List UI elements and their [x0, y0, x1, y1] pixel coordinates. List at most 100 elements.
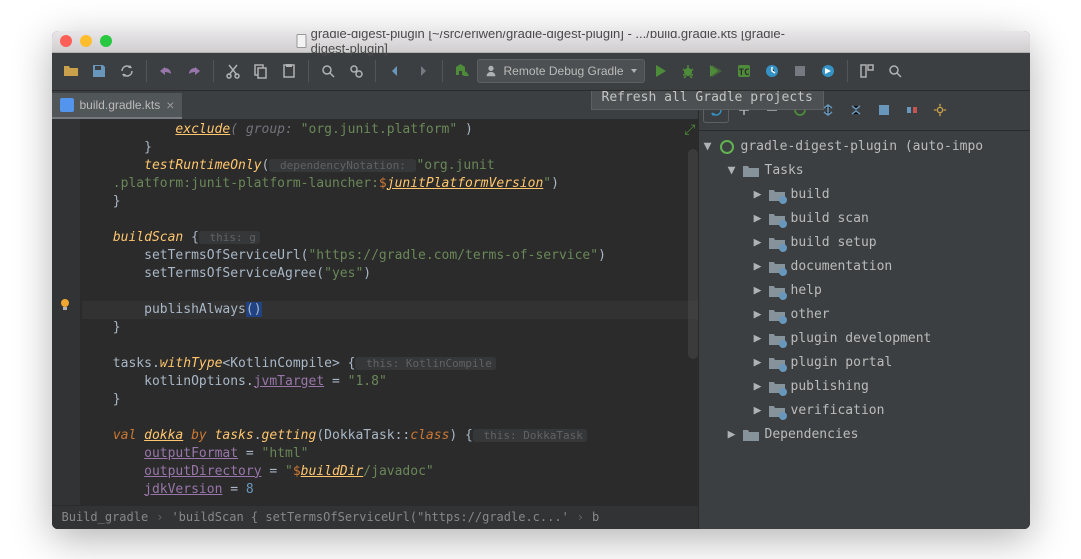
chevron-right-icon[interactable]: ▶ — [753, 283, 763, 298]
window-title: gradle-digest-plugin [~/src/eriwen/gradl… — [296, 31, 785, 57]
file-icon — [296, 34, 307, 48]
task-folder-icon — [769, 332, 785, 346]
breadcrumb-item[interactable]: b — [592, 510, 599, 524]
redo-icon[interactable] — [181, 58, 207, 84]
traffic-lights — [60, 35, 112, 47]
kotlin-file-icon — [60, 98, 74, 112]
tree-task-item[interactable]: ▶ other — [699, 303, 1030, 327]
content-area: build.gradle.kts × ⤢ exclude( group: "or… — [52, 91, 1030, 529]
gradle-tree[interactable]: ▼ gradle-digest-plugin (auto-impo ▼ Task… — [699, 131, 1030, 529]
tree-task-item[interactable]: ▶publishing — [699, 375, 1030, 399]
task-label: other — [791, 307, 830, 322]
jrebel-icon[interactable] — [815, 58, 841, 84]
chevron-right-icon[interactable]: ▶ — [753, 403, 763, 418]
tree-task-item[interactable]: ▶ verification — [699, 399, 1030, 423]
structure-icon[interactable] — [854, 58, 880, 84]
breadcrumb-item[interactable]: Build_gradle — [62, 510, 149, 524]
scrollbar[interactable] — [688, 149, 698, 359]
title-text: gradle-digest-plugin [~/src/eriwen/gradl… — [311, 31, 785, 57]
chevron-right-icon[interactable]: ▶ — [727, 427, 737, 442]
tab-build-gradle[interactable]: build.gradle.kts × — [52, 93, 183, 119]
coverage-icon[interactable] — [703, 58, 729, 84]
task-label: documentation — [791, 259, 893, 274]
chevron-down-icon[interactable]: ▼ — [703, 139, 713, 154]
run-config-label: Remote Debug Gradle — [504, 64, 624, 78]
chevron-right-icon[interactable]: ▶ — [753, 259, 763, 274]
chevron-right-icon[interactable]: ▶ — [753, 355, 763, 370]
stop-icon[interactable] — [787, 58, 813, 84]
collapse-icon[interactable] — [843, 97, 869, 123]
task-label: help — [791, 283, 822, 298]
folder-icon — [743, 164, 759, 178]
chevron-right-icon[interactable]: ▶ — [753, 211, 763, 226]
task-folder-icon — [769, 380, 785, 394]
task-folder-icon — [769, 236, 785, 250]
task-folder-icon — [769, 284, 785, 298]
refresh-tooltip: Refresh all Gradle projects — [591, 91, 824, 110]
chevron-right-icon[interactable]: ▶ — [753, 379, 763, 394]
folder-icon — [743, 428, 759, 442]
editor-gutter — [52, 119, 80, 505]
task-folder-icon — [769, 308, 785, 322]
gradle-icon — [719, 140, 735, 154]
task-label: build scan — [791, 211, 869, 226]
task-label: plugin development — [791, 331, 932, 346]
zoom-icon[interactable] — [100, 35, 112, 47]
cut-icon[interactable] — [220, 58, 246, 84]
undo-icon[interactable] — [153, 58, 179, 84]
replace-icon[interactable] — [343, 58, 369, 84]
chevron-right-icon[interactable]: ▶ — [753, 331, 763, 346]
tree-task-item[interactable]: ▶ documentation — [699, 255, 1030, 279]
chevron-right-icon[interactable]: ▶ — [753, 235, 763, 250]
editor-pane: build.gradle.kts × ⤢ exclude( group: "or… — [52, 91, 698, 529]
debug-icon[interactable] — [675, 58, 701, 84]
task-label: verification — [791, 403, 885, 418]
open-icon[interactable] — [58, 58, 84, 84]
settings-icon[interactable] — [927, 97, 953, 123]
breadcrumb-item[interactable]: 'buildScan { setTermsOfServiceUrl("https… — [171, 510, 568, 524]
tree-task-item[interactable]: ▶ build scan — [699, 207, 1030, 231]
task-label: plugin portal — [791, 355, 893, 370]
tree-dependencies[interactable]: ▶ Dependencies — [699, 423, 1030, 447]
chevron-right-icon[interactable]: ▶ — [753, 307, 763, 322]
tree-root-label: gradle-digest-plugin (auto-impo — [741, 139, 984, 154]
clock-icon[interactable] — [759, 58, 785, 84]
tree-task-item[interactable]: ▶build — [699, 183, 1030, 207]
task-folder-icon — [769, 212, 785, 226]
intention-bulb-icon[interactable] — [58, 297, 72, 311]
close-icon[interactable] — [60, 35, 72, 47]
task-folder-icon — [769, 188, 785, 202]
back-icon[interactable] — [382, 58, 408, 84]
chevron-down-icon[interactable]: ▼ — [727, 163, 737, 178]
svg-text:TC: TC — [738, 68, 749, 78]
main-toolbar: Remote Debug Gradle TC — [52, 53, 1030, 91]
code-editor[interactable]: ⤢ exclude( group: "org.junit.platform" )… — [52, 119, 698, 505]
minimize-icon[interactable] — [80, 35, 92, 47]
copy-icon[interactable] — [248, 58, 274, 84]
tree-task-item[interactable]: ▶build setup — [699, 231, 1030, 255]
build-icon[interactable] — [449, 58, 475, 84]
forward-icon[interactable] — [410, 58, 436, 84]
close-icon[interactable]: × — [166, 97, 174, 113]
breadcrumb[interactable]: Build_gradle › 'buildScan { setTermsOfSe… — [52, 505, 698, 529]
find-icon[interactable] — [315, 58, 341, 84]
ide-window: gradle-digest-plugin [~/src/eriwen/gradl… — [52, 31, 1030, 529]
tree-root[interactable]: ▼ gradle-digest-plugin (auto-impo — [699, 135, 1030, 159]
save-icon[interactable] — [86, 58, 112, 84]
tree-task-item[interactable]: ▶ plugin portal — [699, 351, 1030, 375]
task-folder-icon — [769, 356, 785, 370]
paste-icon[interactable] — [276, 58, 302, 84]
tree-tasks[interactable]: ▼ Tasks — [699, 159, 1030, 183]
search-icon[interactable] — [882, 58, 908, 84]
tree-task-item[interactable]: ▶ plugin development — [699, 327, 1030, 351]
run-config-selector[interactable]: Remote Debug Gradle — [477, 59, 645, 83]
profiler-icon[interactable]: TC — [731, 58, 757, 84]
run-icon[interactable] — [647, 58, 673, 84]
tree-task-item[interactable]: ▶ help — [699, 279, 1030, 303]
tasks-label: Tasks — [765, 163, 804, 178]
sync-icon[interactable] — [114, 58, 140, 84]
chevron-right-icon[interactable]: ▶ — [753, 187, 763, 202]
offline-icon[interactable] — [899, 97, 925, 123]
tasks-icon[interactable] — [871, 97, 897, 123]
collapse-marker-icon[interactable]: ⤢ — [684, 121, 695, 139]
